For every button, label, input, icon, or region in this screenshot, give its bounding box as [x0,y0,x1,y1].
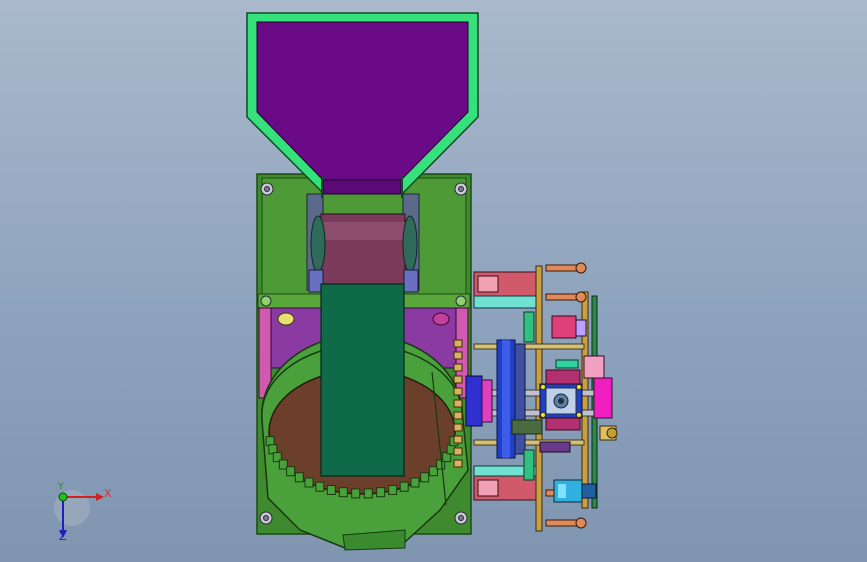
feed-chute [320,283,405,477]
side-tooth [453,423,463,432]
side-gear-teeth [453,339,463,468]
axis-z-label: Z [59,530,67,543]
roller-bracket-right [403,269,419,293]
drum-tooth [376,487,386,498]
oval-port-right [432,312,450,326]
side-tooth [453,363,463,372]
roller-highlight [321,222,405,240]
drum-tooth [420,472,430,483]
axis-y-label: Y [58,482,64,492]
side-tooth [453,375,463,384]
oval-port-left [277,312,295,326]
side-tooth [453,411,463,420]
bolt-mid-left [260,295,272,307]
side-tooth [453,447,463,456]
bolt-mid-right [455,295,467,307]
drum-tooth [326,485,336,495]
drum-tooth [338,487,348,498]
drum-tooth [410,477,420,488]
drum-tooth [294,472,304,483]
cad-viewport[interactable]: X Y Z [0,0,867,562]
motor-block [593,377,613,419]
drum-tooth [363,488,373,499]
side-tooth [453,435,463,444]
roller-end-right [402,215,418,273]
drive-mechanism [465,262,618,532]
drum-tooth [388,485,398,495]
drum-tooth [428,466,438,477]
drum-tooth [304,477,314,488]
axis-x-label: X [104,487,112,500]
hopper-throat [322,179,402,195]
drum-tooth [399,481,409,492]
side-tooth [453,459,463,468]
model-drawing [54,12,618,551]
drum-tooth [315,481,325,492]
side-tooth [453,399,463,408]
drum-tooth [278,459,288,470]
side-tooth [453,339,463,348]
side-tooth [453,387,463,396]
roller-end-left [310,215,326,273]
drum-tooth [351,488,361,499]
side-tooth [453,351,463,360]
drum-tooth [286,466,296,477]
